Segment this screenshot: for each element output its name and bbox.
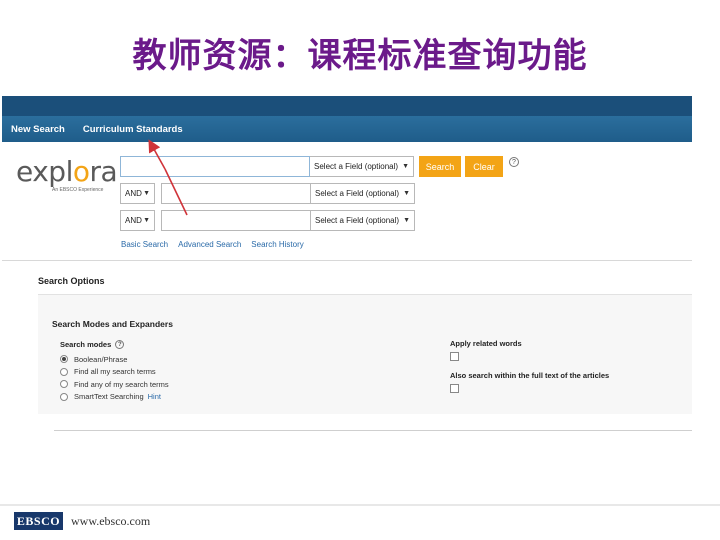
footer-divider <box>0 504 720 506</box>
arrow-line <box>164 168 188 216</box>
ebsco-logo: EBSCO <box>14 512 63 530</box>
footer-url: www.ebsco.com <box>71 514 151 528</box>
annotation-arrows <box>148 139 188 216</box>
arrow-to-curriculum-standards <box>148 139 166 170</box>
